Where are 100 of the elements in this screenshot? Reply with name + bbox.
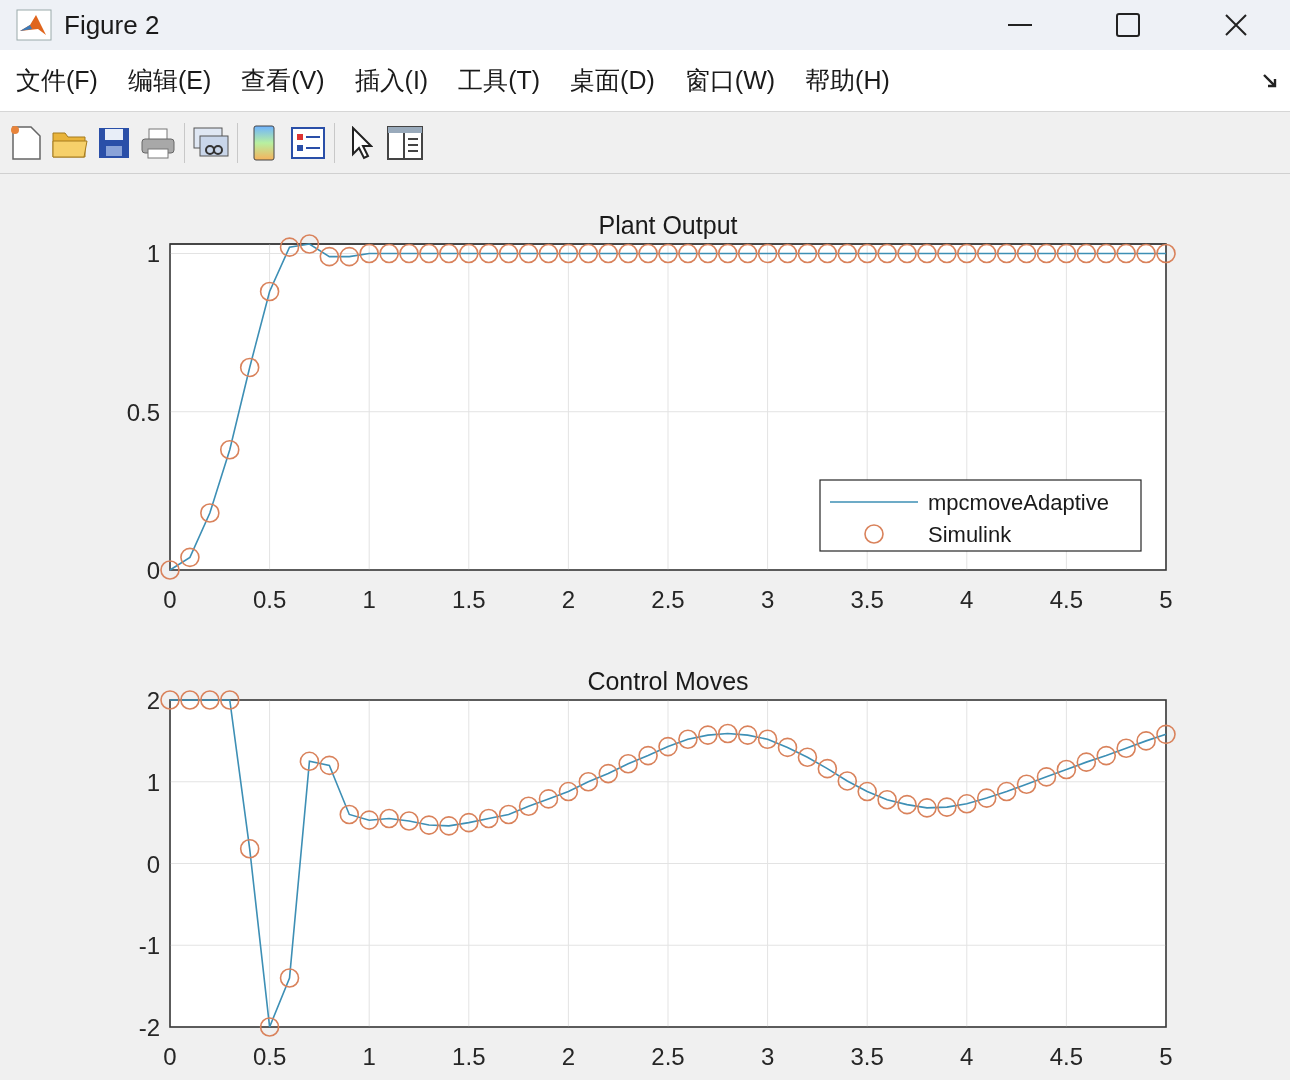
data-marker xyxy=(180,690,200,710)
menu-item[interactable]: 工具(T) xyxy=(458,61,541,100)
chart-title: Plant Output xyxy=(598,211,738,239)
data-marker xyxy=(1076,243,1097,264)
data-marker xyxy=(379,243,399,264)
data-marker xyxy=(319,755,340,776)
tick-label: 1 xyxy=(362,586,376,613)
tick-label: 1.5 xyxy=(452,586,486,613)
tick-label: 5 xyxy=(1159,1043,1173,1070)
data-marker xyxy=(777,737,798,758)
tick-label: -1 xyxy=(138,932,160,960)
menu-item[interactable]: 文件(F) xyxy=(16,61,98,100)
tick-label: 2.5 xyxy=(651,586,685,613)
menu-item[interactable]: 插入(I) xyxy=(354,61,429,100)
data-marker xyxy=(1116,243,1136,264)
data-marker xyxy=(558,781,579,802)
data-marker xyxy=(518,243,539,264)
menu-item[interactable]: 桌面(D) xyxy=(570,61,655,100)
data-marker xyxy=(160,560,180,580)
data-marker xyxy=(1096,243,1117,264)
data-marker xyxy=(638,745,658,766)
data-marker xyxy=(538,243,559,264)
data-marker xyxy=(1056,243,1077,264)
data-marker xyxy=(359,243,379,264)
tick-label: -2 xyxy=(138,1014,160,1041)
data-marker xyxy=(1156,724,1176,745)
tick-label: 2.5 xyxy=(651,1043,685,1070)
linked-windows-icon xyxy=(192,125,230,160)
data-marker xyxy=(817,758,838,779)
data-marker xyxy=(1036,767,1057,787)
data-marker xyxy=(1036,243,1057,264)
data-marker xyxy=(877,789,897,810)
data-marker xyxy=(1136,731,1156,751)
data-marker xyxy=(1116,738,1136,759)
data-marker xyxy=(419,815,439,835)
tick-label: 1 xyxy=(362,1043,376,1070)
data-marker xyxy=(299,751,320,772)
data-marker xyxy=(180,547,200,568)
data-marker xyxy=(996,781,1017,802)
menu-item[interactable]: 窗口(W) xyxy=(684,61,776,100)
data-marker xyxy=(678,729,698,750)
printer-icon xyxy=(140,125,176,160)
data-marker xyxy=(279,968,300,988)
legend-label: Simulink xyxy=(928,522,1012,547)
data-marker xyxy=(1096,745,1117,766)
data-marker xyxy=(1076,752,1097,772)
data-marker xyxy=(1136,243,1156,264)
tick-label: 0 xyxy=(163,1043,177,1070)
data-marker xyxy=(976,788,997,808)
data-marker xyxy=(678,243,698,264)
peak-logo-icon xyxy=(16,9,52,41)
data-marker xyxy=(439,816,459,836)
menu-item[interactable]: 帮助(H) xyxy=(805,61,890,100)
tick-label: 4.5 xyxy=(1049,586,1084,613)
tick-label: 1.5 xyxy=(452,1043,486,1070)
menu-item[interactable]: 编辑(E) xyxy=(127,61,212,100)
data-marker xyxy=(498,804,519,825)
tick-label: 4 xyxy=(960,586,974,613)
data-marker xyxy=(1056,759,1077,780)
tick-label: 0.5 xyxy=(252,586,287,613)
colorbar-icon xyxy=(251,123,277,162)
menu-item[interactable]: 查看(V) xyxy=(241,61,325,100)
data-marker xyxy=(259,1017,280,1037)
data-marker xyxy=(160,690,180,710)
data-marker xyxy=(279,237,300,257)
minimize-icon xyxy=(1008,23,1032,27)
data-marker xyxy=(857,243,877,264)
data-marker xyxy=(797,747,818,768)
data-marker xyxy=(917,798,937,818)
data-marker xyxy=(518,796,539,817)
maximize-icon xyxy=(1116,13,1140,37)
data-marker xyxy=(459,812,479,833)
data-marker xyxy=(498,243,519,264)
tick-label: 1 xyxy=(146,240,160,268)
data-marker xyxy=(239,839,260,859)
data-marker xyxy=(598,763,619,784)
save-icon xyxy=(97,125,131,160)
data-marker xyxy=(957,243,977,264)
pointer-icon xyxy=(349,125,373,160)
data-marker xyxy=(219,439,240,460)
tick-label: 0 xyxy=(163,586,177,613)
data-marker xyxy=(897,794,917,815)
chart-title: Control Moves xyxy=(587,667,749,695)
data-marker xyxy=(578,771,599,792)
data-marker xyxy=(717,723,738,744)
data-marker xyxy=(698,725,718,745)
arrow-icon[interactable] xyxy=(1262,72,1278,89)
data-marker xyxy=(658,736,678,757)
tick-label: 2 xyxy=(146,687,160,714)
tick-label: 3.5 xyxy=(850,1043,884,1070)
data-marker xyxy=(618,753,638,774)
data-marker xyxy=(439,243,459,264)
data-marker xyxy=(1016,774,1037,794)
data-marker xyxy=(379,808,399,829)
data-marker xyxy=(737,725,758,745)
data-marker xyxy=(459,243,479,264)
data-marker xyxy=(399,811,419,831)
legend-line-icon xyxy=(829,501,919,503)
data-marker xyxy=(558,243,579,264)
tick-label: 0 xyxy=(146,557,160,584)
